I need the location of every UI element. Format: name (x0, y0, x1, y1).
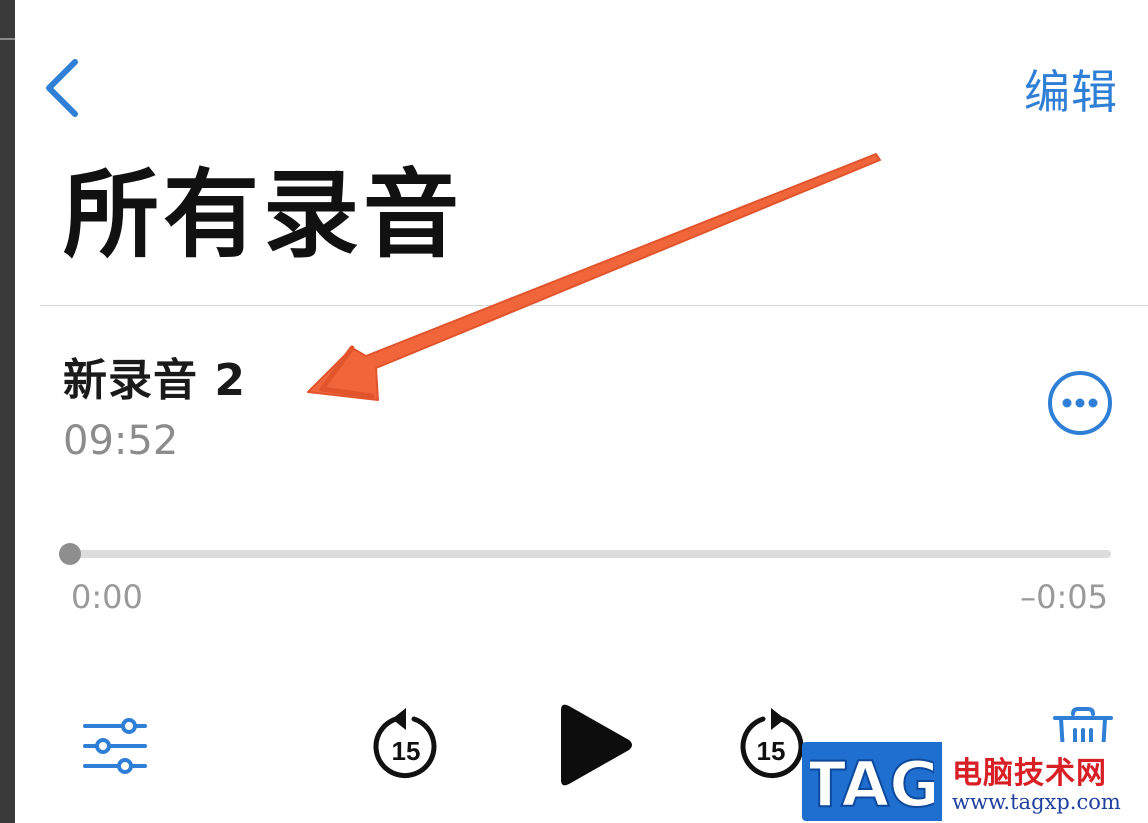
page-title: 所有录音 (63, 159, 463, 271)
back-button[interactable] (43, 58, 83, 118)
elapsed-time: 0:00 (71, 578, 143, 616)
recording-name[interactable]: 新录音 2 (63, 344, 246, 408)
rewind-15-icon: 15 (373, 708, 437, 778)
play-button[interactable] (555, 700, 635, 790)
list-divider (40, 305, 1148, 306)
forward-15-icon: 15 (740, 708, 804, 778)
skip-back-button[interactable]: 15 (370, 706, 440, 780)
ellipsis-circle-icon (1048, 371, 1112, 435)
device-left-edge (0, 0, 15, 823)
play-icon (561, 704, 632, 786)
sliders-icon (83, 718, 147, 774)
watermark-logo-text: TAG (810, 748, 934, 818)
more-options-button[interactable] (1047, 370, 1113, 436)
playback-settings-button[interactable] (81, 718, 151, 774)
recording-duration: 09:52 (63, 418, 179, 464)
voice-memos-screen: 编辑 所有录音 新录音 2 09:52 0:00 –0:05 15 15 (15, 0, 1148, 823)
site-watermark: TAG 电脑技术网 www.tagxp.com (802, 742, 1143, 821)
watermark-site-url: www.tagxp.com (952, 790, 1121, 814)
scrubber-track (65, 550, 1111, 558)
skip-forward-seconds: 15 (757, 736, 786, 766)
watermark-tag-box: TAG (802, 742, 942, 821)
scrubber-handle[interactable] (59, 543, 81, 565)
watermark-tag-logo: TAG (810, 747, 934, 818)
playback-scrubber[interactable] (59, 543, 1111, 565)
remaining-time: –0:05 (1020, 578, 1108, 616)
device-edge-seam (0, 38, 15, 40)
watermark-site-name: 电脑技术网 (952, 756, 1107, 791)
skip-forward-button[interactable]: 15 (737, 706, 807, 780)
edit-button[interactable]: 编辑 (1024, 56, 1118, 122)
skip-back-seconds: 15 (392, 736, 421, 766)
chevron-left-icon (46, 59, 78, 117)
